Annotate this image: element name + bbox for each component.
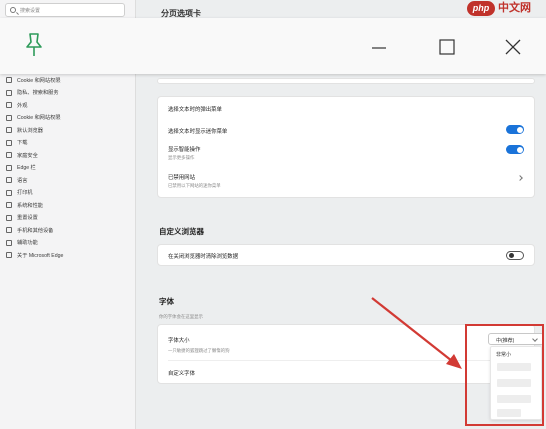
sidebar-item-label: Cookie 和网站权限 xyxy=(17,77,61,84)
smart-actions-row[interactable]: 显示智能操作 显示更多操作 xyxy=(168,145,524,161)
sidebar-item-label: 家庭安全 xyxy=(17,152,38,159)
sidebar-item-icon xyxy=(6,139,12,146)
sidebar-item[interactable]: 重置设置 xyxy=(6,212,132,225)
sidebar-item-label: 默认浏览器 xyxy=(17,127,43,134)
sidebar-item[interactable]: 默认浏览器 xyxy=(6,124,132,137)
show-mini-menu-toggle[interactable] xyxy=(506,125,524,134)
clear-on-close-row[interactable]: 在关闭浏览器时清除浏览数据 xyxy=(168,251,524,260)
sidebar-item-label: 打印机 xyxy=(17,190,33,197)
sidebar-item-label: 隐私、搜索和服务 xyxy=(17,90,59,97)
sidebar-item-label: Edge 栏 xyxy=(17,165,36,172)
maximize-icon[interactable] xyxy=(439,39,455,55)
logo-php: php xyxy=(467,1,495,16)
settings-card-partial xyxy=(157,78,535,84)
sidebar-item[interactable]: 语言 xyxy=(6,174,132,187)
sidebar-item-icon xyxy=(6,127,12,134)
sidebar-item-label: 下载 xyxy=(17,140,28,147)
customize-browser-heading: 自定义浏览器 xyxy=(159,227,204,236)
logo-site: 中文网 xyxy=(498,2,531,14)
sidebar-item-label: 辅助功能 xyxy=(17,240,38,247)
search-placeholder: 搜索设置 xyxy=(20,8,41,14)
sidebar-item[interactable]: 家庭安全 xyxy=(6,149,132,162)
sidebar-item-label: 关于 Microsoft Edge xyxy=(17,252,64,259)
fonts-heading: 字体 xyxy=(159,297,174,306)
fonts-note: 你的字体会在这里显示 xyxy=(159,314,203,319)
sidebar-item[interactable]: 隐私、搜索和服务 xyxy=(6,87,132,100)
sidebar-item-icon xyxy=(6,189,12,196)
search-icon xyxy=(10,7,16,13)
window-title-bar xyxy=(0,18,546,74)
customize-browser-card: 在关闭浏览器时清除浏览数据 xyxy=(157,244,535,266)
sidebar-item-icon xyxy=(6,114,12,121)
smart-actions-sub: 显示更多操作 xyxy=(168,155,195,160)
sidebar-item-icon xyxy=(6,214,12,221)
sidebar-item-label: 语言 xyxy=(17,177,28,184)
sidebar-item-label: 重置设置 xyxy=(17,215,38,222)
close-icon[interactable] xyxy=(505,39,521,55)
sidebar-item[interactable]: 手机和其他设备 xyxy=(6,224,132,237)
sidebar-item-icon xyxy=(6,202,12,209)
sidebar-item-icon xyxy=(6,252,12,259)
minimize-icon[interactable] xyxy=(371,46,387,50)
pin-icon[interactable] xyxy=(24,32,44,58)
sidebar-item[interactable]: Cookie 和网站权限 xyxy=(6,74,132,87)
disabled-sites-label: 已禁用网站 xyxy=(168,175,195,181)
sidebar-item-icon xyxy=(6,152,12,159)
mini-menu-card: 选择文本时的弹出菜单 选择文本时显示迷你菜单 显示智能操作 显示更多操作 已禁用… xyxy=(157,96,535,198)
annotation-box xyxy=(465,324,544,426)
sidebar-item[interactable]: 系统和性能 xyxy=(6,199,132,212)
sidebar-item[interactable]: 辅助功能 xyxy=(6,237,132,250)
sidebar-item[interactable]: 关于 Microsoft Edge xyxy=(6,249,132,262)
show-mini-menu-row[interactable]: 选择文本时显示迷你菜单 xyxy=(168,125,524,135)
show-mini-menu-label: 选择文本时显示迷你菜单 xyxy=(168,129,228,135)
disabled-sites-row[interactable]: 已禁用网站 已禁用以下网站的迷你菜单 xyxy=(168,173,524,189)
smart-actions-label: 显示智能操作 xyxy=(168,147,201,153)
sidebar-item-icon xyxy=(6,177,12,184)
sidebar-item-label: 系统和性能 xyxy=(17,202,43,209)
php-cn-logo: php 中文网 xyxy=(467,1,545,16)
sidebar-item[interactable]: 打印机 xyxy=(6,187,132,200)
settings-nav: Cookie 和网站权限 隐私、搜索和服务 外观 Cookie 和网站权限 默认浏览器下… xyxy=(6,74,132,262)
sidebar-item-icon xyxy=(6,89,12,96)
sidebar-item[interactable]: 外观 xyxy=(6,99,132,112)
sidebar-item-icon xyxy=(6,77,12,84)
clear-on-close-label: 在关闭浏览器时清除浏览数据 xyxy=(168,254,239,260)
smart-actions-toggle[interactable] xyxy=(506,145,524,154)
disabled-sites-sub: 已禁用以下网站的迷你菜单 xyxy=(168,183,221,188)
sidebar-item-label: 手机和其他设备 xyxy=(17,227,54,234)
sidebar-item-label: 外观 xyxy=(17,102,28,109)
mini-menu-header: 选择文本时的弹出菜单 xyxy=(168,107,222,113)
clear-on-close-toggle[interactable] xyxy=(506,251,524,260)
search-settings-input[interactable]: 搜索设置 xyxy=(5,3,125,17)
sidebar-item-icon xyxy=(6,102,12,109)
sidebar-item[interactable]: 下载 xyxy=(6,137,132,150)
sidebar-item-icon xyxy=(6,227,12,234)
sidebar-item[interactable]: Edge 栏 xyxy=(6,162,132,175)
sidebar-item[interactable]: Cookie 和网站权限 xyxy=(6,112,132,125)
sidebar-item-label: Cookie 和网站权限 xyxy=(17,115,61,122)
sidebar-item-icon xyxy=(6,164,12,171)
sidebar-item-icon xyxy=(6,239,12,246)
